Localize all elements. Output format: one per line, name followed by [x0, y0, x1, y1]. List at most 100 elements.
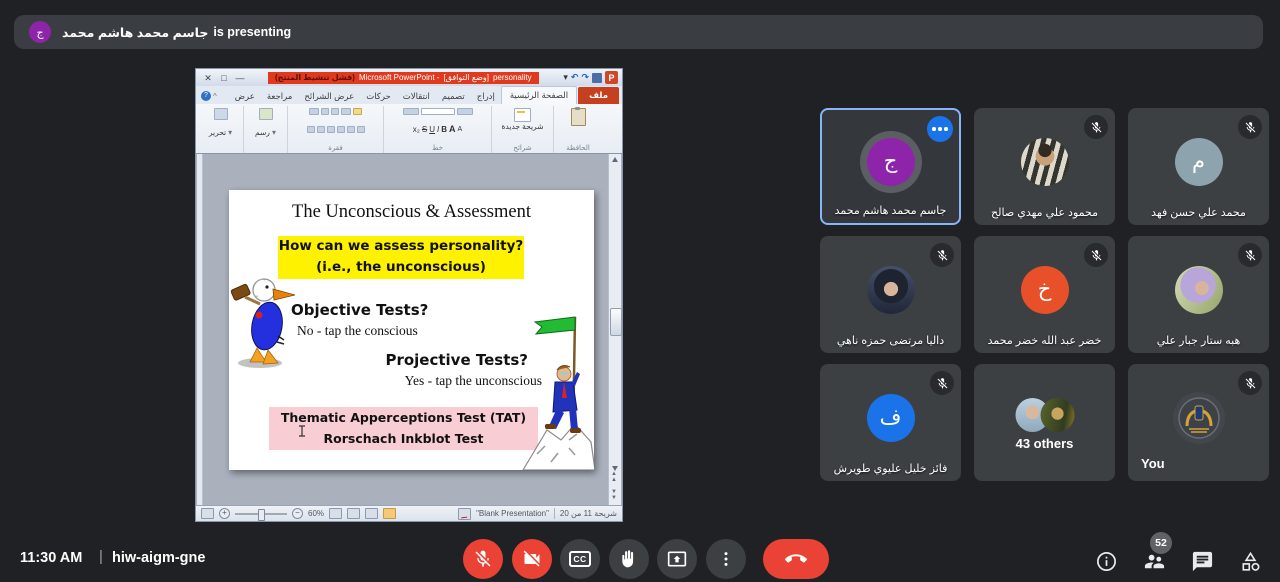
spellcheck-icon[interactable]: [458, 508, 471, 520]
participant-tile-mohammed[interactable]: م محمد علي حسن فهد: [1128, 108, 1269, 225]
qat-dropdown-icon[interactable]: ▾: [563, 72, 568, 83]
undo-icon[interactable]: ↶: [571, 72, 579, 83]
tabs-list: عرض مراجعة عرض الشرائح حركات انتقالات تص…: [229, 86, 619, 104]
end-call-button[interactable]: [763, 539, 829, 579]
participants-button[interactable]: 52: [1141, 548, 1167, 574]
theme-name: "Blank Presentation": [476, 509, 549, 518]
slideshow-view-icon[interactable]: [329, 508, 342, 519]
font-name-row[interactable]: [403, 108, 473, 115]
avatar-letter: م: [1192, 149, 1205, 174]
close-icon[interactable]: ✕: [200, 70, 216, 86]
tab-review[interactable]: مراجعة: [261, 88, 299, 104]
maximize-icon[interactable]: □: [216, 70, 232, 86]
more-options-button[interactable]: [706, 539, 746, 579]
reading-view-icon[interactable]: [347, 508, 360, 519]
tab-view[interactable]: عرض: [229, 88, 261, 104]
participant-tile-khidr[interactable]: خ خضر عبد الله خضر محمد: [974, 236, 1115, 353]
others-count-label: 43 others: [974, 436, 1115, 451]
slide-sorter-view-icon[interactable]: [365, 508, 378, 519]
slide-scrollbar[interactable]: ▲▲ ▼▼: [608, 154, 621, 505]
mic-toggle-button[interactable]: [463, 539, 503, 579]
minimize-icon[interactable]: —: [232, 70, 248, 86]
participant-tile-jasim[interactable]: ج جاسم محمد هاشم محمد: [820, 108, 961, 225]
strikethrough-icon[interactable]: S: [422, 125, 427, 134]
participant-tile-mahmoud[interactable]: محمود علي مهدي صالح: [974, 108, 1115, 225]
climber-flag-illustration: [517, 314, 594, 470]
participant-tile-dalia[interactable]: داليا مرتضى حمزه ناهي: [820, 236, 961, 353]
subscript-icon[interactable]: x₂: [413, 125, 420, 134]
next-slide-icon[interactable]: ▼▼: [611, 489, 617, 501]
new-slide-button[interactable]: شريحة جديدة: [502, 108, 544, 131]
grow-font-icon[interactable]: A: [449, 125, 456, 134]
normal-view-icon[interactable]: [383, 508, 396, 519]
tab-transitions[interactable]: انتقالات: [397, 88, 436, 104]
participant-tile-you[interactable]: You: [1128, 364, 1269, 481]
meeting-panels: 52: [1093, 548, 1263, 574]
mic-muted-badge: [930, 243, 954, 267]
ribbon-group-editing[interactable]: تحرير▾: [198, 106, 244, 153]
raise-hand-button[interactable]: [609, 539, 649, 579]
participant-tile-hiba[interactable]: هبه ستار جبار علي: [1128, 236, 1269, 353]
mic-off-icon: [1244, 121, 1257, 134]
help-icon[interactable]: ?: [201, 91, 211, 101]
yellow-line2: (i.e., the unconscious): [278, 257, 524, 278]
participant-name: محمد علي حسن فهد: [1128, 206, 1269, 219]
text-cursor: [298, 425, 306, 437]
objective-question: Objective Tests?: [291, 301, 428, 319]
tab-slideshow[interactable]: عرض الشرائح: [298, 88, 360, 104]
paragraph-tools-row1[interactable]: [309, 108, 362, 115]
tile-options-button[interactable]: [927, 116, 953, 142]
paragraph-tools-row2[interactable]: [307, 126, 365, 133]
camera-toggle-button[interactable]: [512, 539, 552, 579]
tab-insert[interactable]: إدراج: [471, 88, 501, 104]
mic-off-icon: [1090, 121, 1103, 134]
zoom-slider-thumb[interactable]: [258, 509, 265, 521]
participant-tile-faiz[interactable]: ف فائز خليل عليوي طويرش: [820, 364, 961, 481]
scroll-up-icon[interactable]: [612, 157, 618, 162]
presenter-name: جاسم محمد هاشم محمد: [62, 25, 208, 40]
chat-button[interactable]: [1189, 548, 1215, 574]
current-slide[interactable]: The Unconscious & Assessment How can we …: [229, 190, 594, 470]
zoom-out-icon[interactable]: −: [292, 508, 303, 519]
previous-slide-icon[interactable]: ▲▲: [611, 471, 617, 483]
presenting-suffix: is presenting: [213, 25, 291, 39]
redo-icon[interactable]: ↷: [581, 72, 589, 83]
underline-icon[interactable]: U: [429, 125, 435, 134]
ribbon-group-drawing[interactable]: رسم▾: [244, 106, 288, 153]
mic-muted-badge: [1084, 243, 1108, 267]
shrink-font-icon[interactable]: A: [458, 125, 463, 134]
minimize-ribbon-icon[interactable]: ^: [213, 92, 217, 101]
zoom-slider[interactable]: [235, 513, 287, 515]
fit-to-window-icon[interactable]: [201, 508, 214, 519]
ppt-ribbon-tabs: ? ^ عرض مراجعة عرض الشرائح حركات انتقالا…: [195, 86, 623, 104]
editing-group-label: تحرير: [209, 128, 226, 137]
bold-icon[interactable]: B: [441, 125, 447, 134]
presenter-avatar-letter: ج: [36, 26, 43, 39]
tab-file[interactable]: ملف: [578, 87, 619, 104]
activities-button[interactable]: [1237, 548, 1263, 574]
tab-design[interactable]: تصميم: [436, 88, 471, 104]
status-right: "Blank Presentation" شريحة 11 من 20: [458, 508, 617, 520]
avatar: ج: [867, 138, 915, 186]
font-style-row[interactable]: x₂ S U I B A A: [413, 125, 462, 134]
powerpoint-logo: P: [605, 71, 618, 84]
paste-icon[interactable]: [571, 108, 586, 126]
you-label: You: [1141, 456, 1165, 471]
captions-button[interactable]: CC: [560, 539, 600, 579]
italic-icon[interactable]: I: [437, 125, 439, 134]
mic-off-icon: [1090, 249, 1103, 262]
find-icon[interactable]: [214, 108, 228, 120]
scrollbar-thumb[interactable]: [610, 308, 622, 336]
meeting-details-button[interactable]: [1093, 548, 1119, 574]
avatar: [1175, 266, 1223, 314]
zoom-in-icon[interactable]: +: [219, 508, 230, 519]
shapes-icon[interactable]: [259, 108, 273, 120]
present-button[interactable]: [657, 539, 697, 579]
tab-animations[interactable]: حركات: [360, 88, 397, 104]
participant-tile-others[interactable]: 43 others: [974, 364, 1115, 481]
save-icon[interactable]: [592, 73, 602, 83]
ribbon-group-clipboard: الحافظة: [554, 106, 602, 153]
projective-question: Projective Tests?: [385, 351, 528, 369]
tab-home[interactable]: الصفحة الرئيسية: [501, 86, 577, 104]
ribbon-group-paragraph: فقرة: [288, 106, 384, 153]
